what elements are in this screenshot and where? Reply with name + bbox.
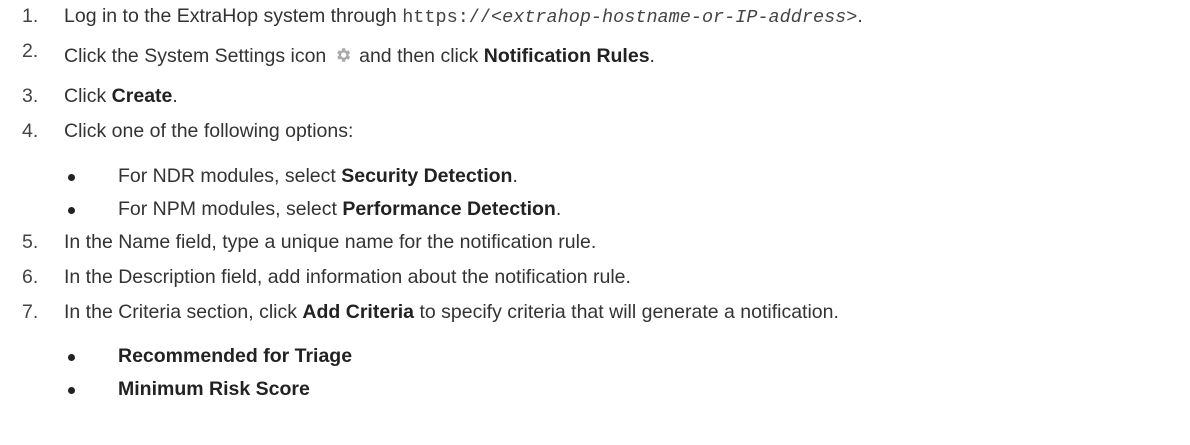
step-number: 4. [22, 120, 39, 142]
step-text-after: . [857, 5, 863, 27]
option-text-after: . [555, 198, 562, 220]
criteria-text: Recommended for Triage [118, 340, 352, 373]
step-number: 6. [22, 266, 39, 288]
step-number: 5. [22, 231, 39, 253]
gear-icon [334, 42, 352, 75]
ui-label-notification-rules: Notification Rules [483, 45, 650, 67]
bullet-icon [68, 174, 75, 181]
option-text-after: . [512, 165, 518, 187]
step-text-before: Click the System Settings icon [64, 45, 327, 67]
option-text-before: For NPM modules, select [118, 198, 343, 220]
step-text: In the Description field, add informatio… [64, 266, 631, 288]
step-text: Click one of the following options: [64, 120, 354, 142]
instructions-document: 1. Log in to the ExtraHop system through… [0, 0, 1190, 445]
step-text: Log in to the ExtraHop system through ht… [64, 0, 863, 34]
step-text: In the Criteria section, click Add Crite… [64, 296, 839, 329]
ui-label-add-criteria: Add Criteria [302, 301, 415, 323]
step-number: 3. [22, 85, 39, 107]
ui-label-security-detection: Security Detection [341, 165, 513, 187]
step-number: 7. [22, 301, 39, 323]
step-text-before: In the Criteria section, click [64, 301, 303, 323]
url-variable: <extrahop-hostname-or-IP-address> [491, 7, 858, 28]
step-text-before: Log in to the ExtraHop system through [64, 5, 403, 27]
criteria-text: Minimum Risk Score [118, 373, 310, 406]
ui-label-create: Create [111, 85, 173, 107]
step-number: 1. [22, 5, 39, 27]
step-text-after: . [649, 45, 655, 67]
step-text: Click the System Settings icon and then … [64, 40, 655, 75]
step-text-before: Click [64, 85, 112, 107]
ui-label-minimum-risk-score: Minimum Risk Score [118, 378, 310, 400]
step-text-after: . [172, 85, 178, 107]
bullet-icon [68, 387, 75, 394]
option-text: For NPM modules, select Performance Dete… [118, 193, 561, 226]
url-code: https://<extrahop-hostname-or-IP-address… [402, 7, 857, 28]
bullet-icon [68, 207, 75, 214]
step-number: 2. [22, 40, 39, 62]
url-prefix: https:// [402, 7, 492, 28]
step-text-after: to specify criteria that will generate a… [414, 301, 839, 323]
step-text: Click Create. [64, 80, 178, 113]
option-text: For NDR modules, select Security Detecti… [118, 160, 518, 193]
bullet-icon [68, 354, 75, 361]
option-text-before: For NDR modules, select [118, 165, 342, 187]
step-text-middle: and then click [353, 45, 484, 67]
step-text: In the Name field, type a unique name fo… [64, 231, 597, 253]
ui-label-performance-detection: Performance Detection [342, 198, 556, 220]
ui-label-recommended-for-triage: Recommended for Triage [118, 345, 353, 367]
